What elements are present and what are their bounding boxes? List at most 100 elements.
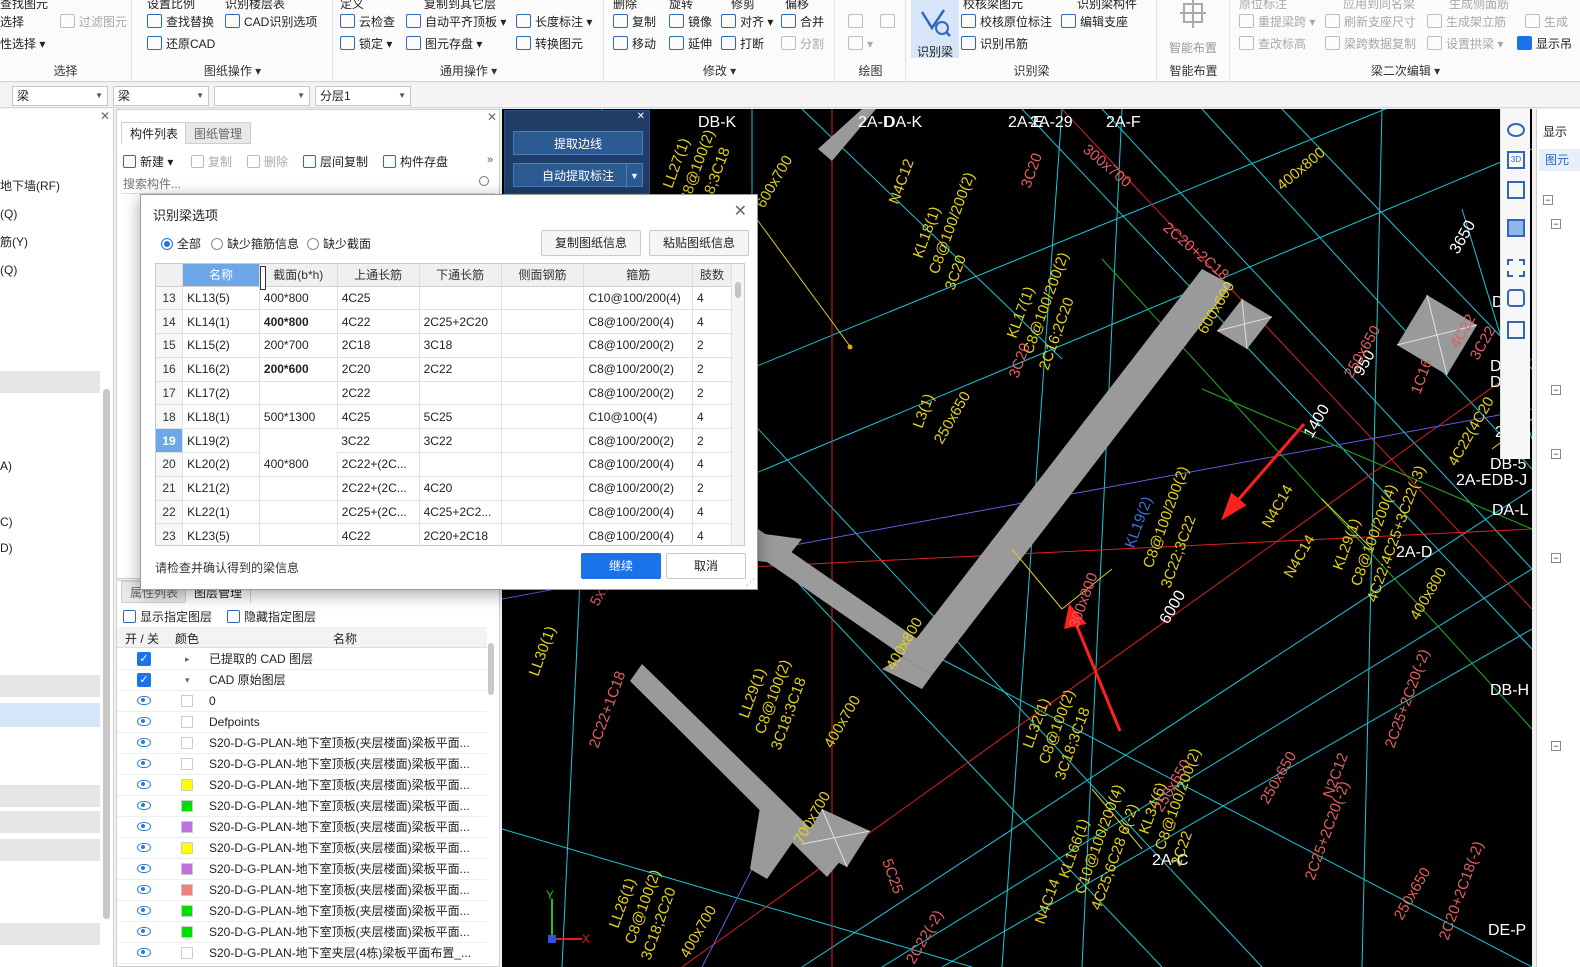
find-replace-button[interactable]: 查找替换 [147,12,214,32]
layer-row[interactable]: ✓ ▸ 已提取的 CAD 图层 [117,649,487,670]
cell-bot[interactable]: 2C20+2C18 [419,523,502,545]
split-button[interactable]: 分割 [781,34,824,54]
table-row[interactable]: 17 KL17(2) 2C22 C8@100/200(2) 2 [156,381,732,406]
cell-legs[interactable]: 2 [692,428,732,454]
auto-extract-mark-button[interactable]: 自动提取标注 ▼ [513,163,643,188]
cell-sec[interactable] [259,381,338,406]
identify-hanger-button[interactable]: 识别吊筋 [961,34,1028,54]
cell-side[interactable] [501,309,585,335]
cell-stir[interactable]: C8@100/200(2) [583,428,693,454]
eye-icon[interactable] [137,717,151,726]
cell-legs[interactable]: 4 [692,404,732,430]
cell-bot[interactable]: 2C22 [419,357,502,382]
col-header[interactable]: 肢数 [692,264,732,287]
collapse-icon[interactable]: ▾ [185,670,190,691]
collapse-icon[interactable]: − [1551,553,1561,563]
cell-stir[interactable]: C8@100/200(4) [583,500,693,525]
cell-side[interactable] [501,500,585,525]
orbit-icon[interactable] [1507,123,1525,137]
element-save-button[interactable]: 图元存盘 ▾ [406,34,482,54]
convert-element-button[interactable]: 转换图元 [516,34,583,54]
collapse-icon[interactable]: − [1551,385,1561,395]
tab-drawing-manage[interactable]: 图纸管理 [185,122,252,144]
restore-cad-button[interactable]: 还原CAD [147,34,215,54]
cell-sec[interactable] [259,500,338,525]
mirror-button[interactable]: 镜像 [669,12,712,32]
cell-name[interactable]: KL19(2) [182,428,260,454]
cell-top[interactable]: 4C22 [337,309,420,335]
cell-legs[interactable]: 2 [692,381,732,406]
cell-legs[interactable]: 4 [692,309,732,335]
gen-erection-rebar-button[interactable]: 生成架立筋 [1427,12,1506,32]
attr-select-button[interactable]: 性选择 ▾ [0,34,45,54]
cell-top[interactable]: 2C22 [337,381,420,406]
layer-color-swatch[interactable] [181,737,193,749]
cell-sec[interactable] [259,476,338,501]
layer-row[interactable]: S20-D-G-PLAN-地下室顶板(夹层楼面)梁板平面... [117,880,487,901]
identify-beam-button[interactable]: 识别梁 [911,0,959,59]
cell-top[interactable]: 4C25 [337,286,420,311]
copy-component-button[interactable]: 复制 [191,152,232,172]
length-dim-button[interactable]: 长度标注 ▾ [516,12,592,32]
tree-item[interactable]: D) [0,535,100,561]
layer-row[interactable]: S20-D-G-PLAN-地下室顶板(夹层楼面)梁板平面... [117,754,487,775]
cell-sec[interactable]: 400*800 [259,309,338,335]
resize-grip-icon[interactable]: ⋰ [746,577,755,588]
cell-name[interactable]: KL22(1) [182,500,260,525]
cell-name[interactable]: KL18(1) [182,404,260,430]
re-extract-span-button[interactable]: 重提梁跨 ▾ [1239,12,1315,32]
cloud-check-button[interactable]: 云检查 [340,12,395,32]
cell-side[interactable] [501,523,585,545]
cell-name[interactable]: KL14(1) [182,309,260,335]
eye-icon[interactable] [137,780,151,789]
cell-name[interactable]: KL17(2) [182,381,260,406]
cell-stir[interactable]: C8@100/200(2) [583,381,693,406]
layer-row[interactable]: S20-D-G-PLAN-地下室顶板(夹层楼面)梁板平面... [117,775,487,796]
tab-component-list[interactable]: 构件列表 [121,122,188,144]
cell-top[interactable]: 2C25+(2C... [337,500,420,525]
tree-item[interactable]: 筋(Y) [0,229,100,255]
col-header[interactable]: 侧面钢筋 [501,264,585,287]
view-select-icon[interactable] [1507,289,1525,307]
tree-item[interactable]: A) [0,453,100,479]
beam-info-grid[interactable]: 名称 截面(b*h) 上通长筋 下通长筋 侧面钢筋 箍筋 肢数 13 KL13(5) 400*8… [155,263,745,546]
cad-options-button[interactable]: CAD识别选项 [225,12,317,32]
draw-line-button[interactable] [848,12,867,32]
table-row[interactable]: 20 KL20(2) 400*800 2C22+(2C... C8@100/200(4)… [156,452,732,477]
layer-row[interactable]: S20-D-G-PLAN-地下室夹层(4栋)梁板平面布置_... [117,943,487,964]
scroll-thumb[interactable] [735,282,741,298]
cell-stir[interactable]: C10@100/200(4) [583,286,693,311]
cell-bot[interactable] [419,286,502,311]
eye-icon[interactable] [137,738,151,747]
component-select[interactable]: ▼ [214,86,310,106]
new-component-button[interactable]: 新建 ▾ [123,152,173,172]
table-row[interactable]: 23 KL23(5) 4C22 2C20+2C18 C8@100/200(4) 4 [156,523,732,545]
delete-component-button[interactable]: 删除 [247,152,288,172]
show-layer-button[interactable]: 显示指定图层 [123,607,212,627]
draw-arc-button[interactable]: ▾ [848,34,873,54]
layer-row[interactable]: S20-D-G-PLAN-地下室顶板(夹层楼面)梁板平面... [117,859,487,880]
cell-side[interactable] [501,476,585,501]
cell-name[interactable]: KL21(2) [182,476,260,501]
col-header[interactable]: 截面(b*h) [259,264,338,287]
smart-layout-button[interactable]: 智能布置 [1162,0,1224,56]
cell-legs[interactable]: 4 [692,452,732,477]
cell-side[interactable] [501,452,585,477]
close-icon[interactable]: ✕ [637,111,645,122]
cell-sec[interactable]: 400*800 [259,286,338,311]
cell-stir[interactable]: C8@100/200(2) [583,333,693,358]
cell-side[interactable] [501,333,585,358]
check-elevation-button[interactable]: 查改标高 [1239,34,1306,54]
layer-color-swatch[interactable] [181,842,193,854]
tree-item[interactable]: (Q) [0,201,100,227]
col-header[interactable]: 下通长筋 [419,264,502,287]
eye-icon[interactable] [137,822,151,831]
eye-icon[interactable] [137,801,151,810]
layer-color-swatch[interactable] [181,947,193,959]
cell-legs[interactable]: 4 [692,286,732,311]
collapse-icon[interactable]: − [1551,449,1561,459]
cell-bot[interactable]: 3C22 [419,428,502,454]
cell-side[interactable] [501,428,585,454]
search-icon[interactable] [479,176,489,186]
cell-legs[interactable]: 2 [692,476,732,501]
